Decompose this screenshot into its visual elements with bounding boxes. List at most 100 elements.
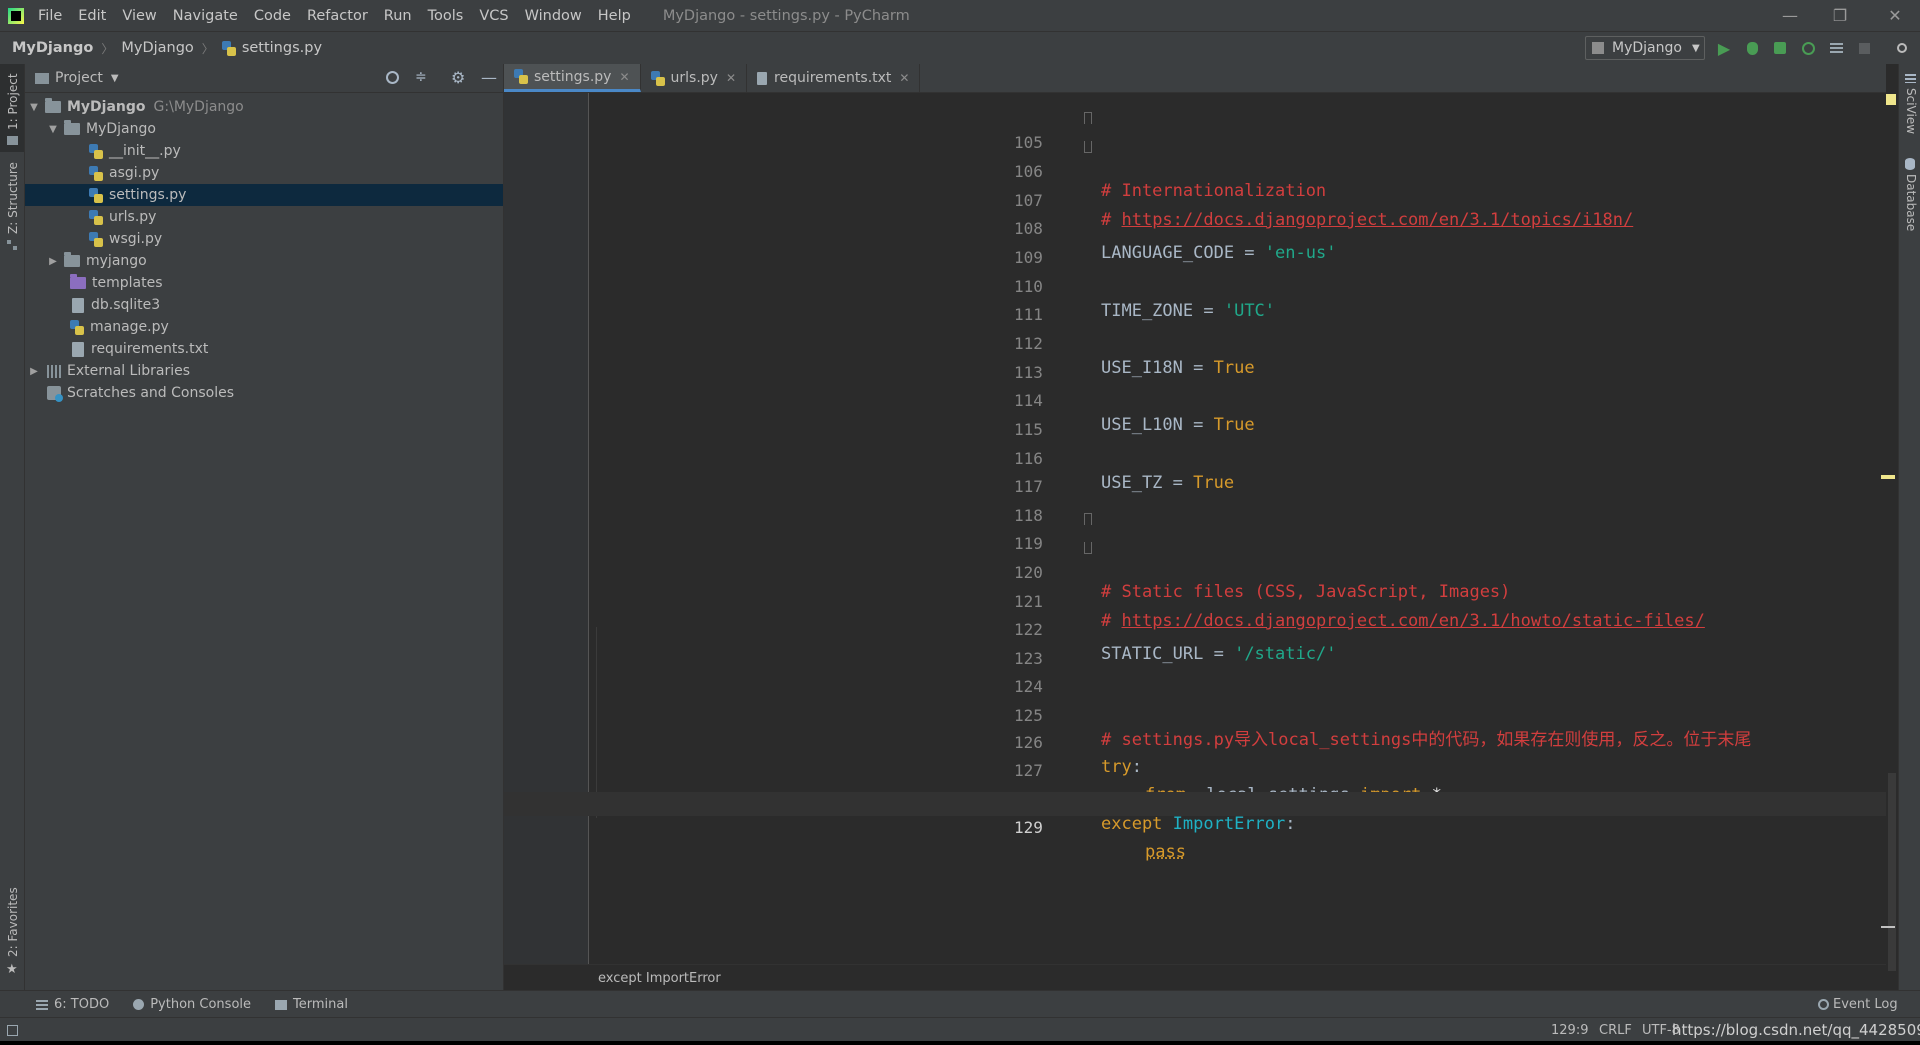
tree-item-external-libraries[interactable]: ▶ External Libraries — [25, 360, 503, 382]
tab-settings-py[interactable]: settings.py ✕ — [504, 64, 641, 92]
code-line[interactable]: 106 # https://docs.djangoproject.com/en/… — [504, 136, 1886, 230]
database-tool-tab[interactable]: Database — [1904, 174, 1918, 231]
favorites-tool-tab[interactable]: 2: Favorites — [6, 887, 20, 957]
code-line[interactable]: 121 — [504, 566, 1886, 611]
menu-help[interactable]: Help — [590, 8, 639, 24]
menu-vcs[interactable]: VCS — [471, 8, 516, 24]
breadcrumb-folder[interactable]: MyDjango — [121, 40, 193, 56]
structure-tool-tab[interactable]: Z: Structure — [6, 162, 20, 234]
tree-item-manage[interactable]: manage.py — [25, 316, 503, 338]
code-line[interactable]: 125 # settings.py导入local_settings中的代码，如果… — [504, 680, 1886, 750]
minimize-button[interactable]: — — [1765, 0, 1815, 31]
terminal-tool-button[interactable]: Terminal — [269, 997, 354, 1012]
tree-item-requirements[interactable]: requirements.txt — [25, 338, 503, 360]
close-tab-icon[interactable]: ✕ — [619, 70, 629, 84]
tab-requirements-txt[interactable]: requirements.txt ✕ — [747, 64, 921, 92]
code-line[interactable]: 108 LANGUAGE_CODE = 'en-us' — [504, 193, 1886, 263]
menu-refactor[interactable]: Refactor — [299, 8, 376, 24]
menu-navigate[interactable]: Navigate — [165, 8, 246, 24]
code-line[interactable]: 120 # https://docs.djangoproject.com/en/… — [504, 537, 1886, 631]
tree-item-asgi[interactable]: asgi.py — [25, 162, 503, 184]
code-line[interactable]: 116 USE_TZ = True — [504, 423, 1886, 493]
inspection-status-icon[interactable] — [1886, 94, 1896, 105]
fold-marker-icon[interactable] — [1084, 513, 1092, 525]
breadcrumb-file[interactable]: settings.py — [242, 40, 322, 56]
chevron-down-icon[interactable]: ▼ — [111, 73, 119, 84]
tab-urls-py[interactable]: urls.py ✕ — [641, 64, 748, 92]
expanded-arrow-icon[interactable]: ▼ — [29, 102, 39, 113]
error-stripe[interactable] — [1881, 93, 1898, 974]
menu-code[interactable]: Code — [246, 8, 299, 24]
warning-marker[interactable] — [1881, 475, 1895, 479]
code-line[interactable]: 124 — [504, 651, 1886, 696]
code-line[interactable]: 126 try: — [504, 707, 1886, 777]
code-line[interactable]: 111 — [504, 279, 1886, 324]
tree-item-db[interactable]: db.sqlite3 — [25, 294, 503, 316]
python-console-tool-button[interactable]: Python Console — [127, 997, 257, 1012]
profile-icon[interactable] — [1800, 40, 1816, 56]
run-configuration-select[interactable]: MyDjango ▼ — [1585, 36, 1705, 60]
code-line[interactable]: 118 — [504, 480, 1886, 525]
toggle-tool-windows-icon[interactable] — [7, 1024, 18, 1036]
code-line[interactable]: 115 — [504, 394, 1886, 439]
hide-icon[interactable]: — — [481, 68, 497, 87]
tree-item-urls[interactable]: urls.py — [25, 206, 503, 228]
project-tool-tab[interactable]: 1: Project — [0, 64, 24, 152]
tree-item-settings[interactable]: settings.py — [25, 184, 503, 206]
fold-marker-icon[interactable] — [1084, 141, 1092, 153]
code-line[interactable]: 127 from .local_settings import * — [504, 735, 1886, 805]
gear-icon[interactable]: ⚙ — [451, 68, 465, 87]
caret-position[interactable]: 129:9 — [1551, 1023, 1588, 1038]
breadcrumb-project[interactable]: MyDjango — [12, 40, 93, 56]
project-view-select[interactable]: Project — [55, 70, 103, 86]
event-log-tool-button[interactable]: Event Log — [1812, 997, 1904, 1012]
tree-item-root[interactable]: ▼ MyDjango G:\MyDjango — [25, 96, 503, 118]
line-separator[interactable]: CRLF — [1599, 1023, 1632, 1038]
fold-marker-icon[interactable] — [1084, 112, 1092, 124]
run-icon[interactable]: ▶ — [1716, 39, 1732, 58]
tree-item-scratches[interactable]: Scratches and Consoles — [25, 382, 503, 404]
sciview-tool-tab[interactable]: SciView — [1904, 88, 1918, 134]
current-code-line[interactable]: 129 pass — [504, 792, 1886, 862]
tree-item-templates[interactable]: templates — [25, 272, 503, 294]
tree-item-myjango[interactable]: ▶ myjango — [25, 250, 503, 272]
code-line[interactable]: 122 STATIC_URL = '/static/' — [504, 594, 1886, 664]
menu-window[interactable]: Window — [517, 8, 590, 24]
menu-edit[interactable]: Edit — [70, 8, 114, 24]
code-line[interactable]: 113 — [504, 337, 1886, 382]
close-tab-icon[interactable]: ✕ — [899, 71, 909, 85]
collapsed-arrow-icon[interactable]: ▶ — [29, 366, 39, 377]
menu-tools[interactable]: Tools — [420, 8, 472, 24]
search-icon[interactable] — [1894, 40, 1910, 56]
code-line[interactable]: 109 — [504, 222, 1886, 267]
code-line[interactable]: 107 — [504, 165, 1886, 210]
locate-icon[interactable] — [386, 71, 399, 84]
code-line[interactable]: 112 USE_I18N = True — [504, 308, 1886, 378]
tree-item-init[interactable]: __init__.py — [25, 140, 503, 162]
tree-item-mydjango[interactable]: ▼ MyDjango — [25, 118, 503, 140]
scrollbar-thumb[interactable] — [1888, 773, 1896, 971]
todo-tool-button[interactable]: 6: TODO — [30, 997, 115, 1012]
code-line[interactable]: 117 — [504, 451, 1886, 496]
code-line[interactable]: 114 USE_L10N = True — [504, 365, 1886, 435]
restore-button[interactable]: ❐ — [1815, 0, 1865, 31]
menu-view[interactable]: View — [114, 8, 164, 24]
run-concurrency-icon[interactable] — [1828, 40, 1844, 56]
close-tab-icon[interactable]: ✕ — [726, 71, 736, 85]
code-breadcrumb[interactable]: except ImportError — [598, 971, 721, 986]
stop-icon[interactable] — [1856, 40, 1872, 56]
collapse-all-icon[interactable]: ≑ — [415, 69, 427, 85]
collapsed-arrow-icon[interactable]: ▶ — [48, 256, 58, 267]
expanded-arrow-icon[interactable]: ▼ — [48, 124, 58, 135]
close-button[interactable]: ✕ — [1870, 0, 1920, 31]
debug-icon[interactable] — [1744, 40, 1760, 56]
code-line[interactable]: 128 except ImportError: — [504, 764, 1886, 834]
code-line[interactable]: 119 # Static files (CSS, JavaScript, Ima… — [504, 508, 1886, 602]
code-line[interactable]: 123 — [504, 623, 1886, 668]
tree-item-wsgi[interactable]: wsgi.py — [25, 228, 503, 250]
code-line[interactable]: 110 TIME_ZONE = 'UTC' — [504, 251, 1886, 321]
coverage-icon[interactable] — [1772, 40, 1788, 56]
fold-marker-icon[interactable] — [1084, 542, 1092, 554]
menu-run[interactable]: Run — [376, 8, 420, 24]
code-line[interactable]: 105 # Internationalization — [504, 107, 1886, 201]
